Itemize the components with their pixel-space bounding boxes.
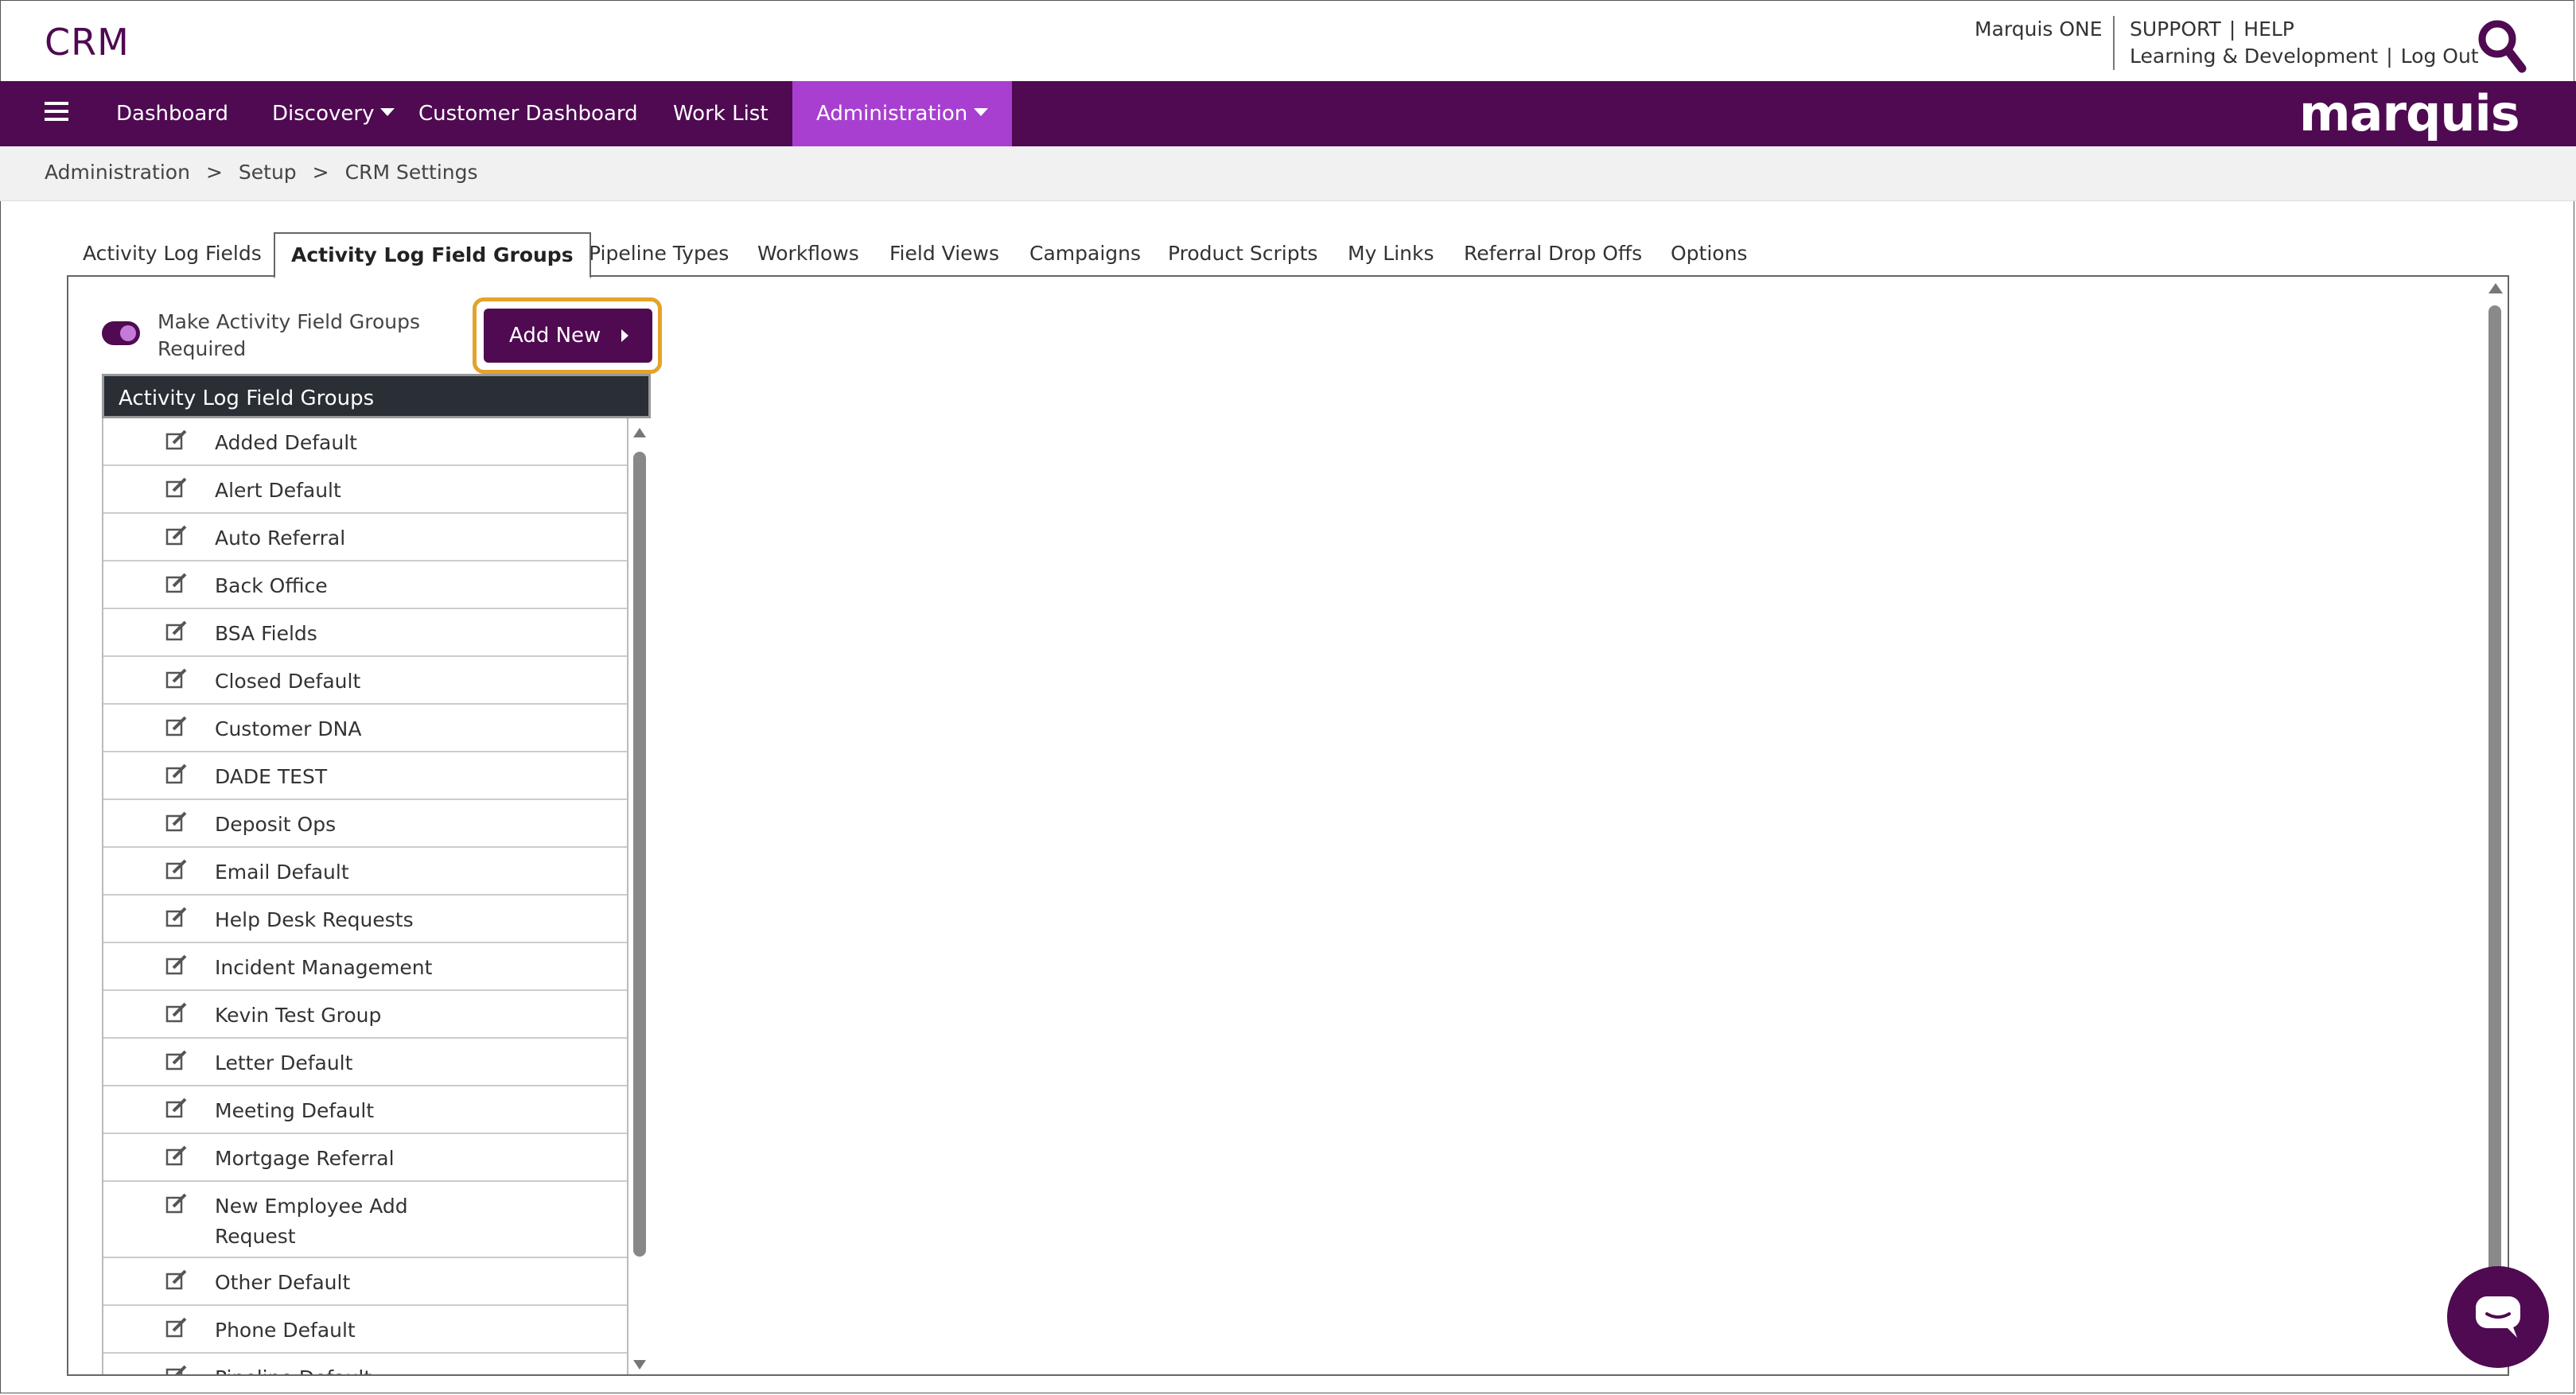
scroll-up-icon[interactable] [2488,283,2503,293]
list-item[interactable]: DADE TEST [103,752,627,800]
tab-campaigns[interactable]: Campaigns [1014,232,1157,275]
edit-icon[interactable] [165,525,188,546]
learning-logout-links: Learning & Development | Log Out [2130,45,2479,68]
tab-referral-drop-offs[interactable]: Referral Drop Offs [1448,232,1658,275]
marquis-one-link[interactable]: Marquis ONE [1975,17,2103,41]
app-title: CRM [45,21,130,64]
nav-dashboard[interactable]: Dashboard [116,81,228,146]
list-scroll-thumb[interactable] [633,452,646,1257]
edit-icon[interactable] [165,1193,188,1214]
nav-discovery[interactable]: Discovery [272,81,395,146]
page-scrollbar[interactable] [2485,278,2506,1373]
tab-product-scripts[interactable]: Product Scripts [1152,232,1333,275]
breadcrumb-administration[interactable]: Administration [45,161,190,184]
list-item[interactable]: Auto Referral [103,514,627,561]
list-item[interactable]: Pipeline Default [103,1354,627,1374]
list-item[interactable]: Mortgage Referral [103,1134,627,1182]
edit-icon[interactable] [165,1269,188,1290]
tab-options[interactable]: Options [1655,232,1763,275]
list-scrollbar[interactable] [630,422,651,1374]
edit-icon[interactable] [165,716,188,736]
header-divider [2113,16,2115,70]
edit-icon[interactable] [165,1050,188,1071]
search-icon[interactable] [2476,17,2527,73]
learning-development-link[interactable]: Learning & Development [2130,45,2378,68]
support-link[interactable]: SUPPORT [2130,17,2221,41]
list-item[interactable]: Kevin Test Group [103,991,627,1039]
breadcrumb-bar: Administration > Setup > CRM Settings [0,146,2576,201]
edit-icon[interactable] [165,1098,188,1118]
list-item[interactable]: Alert Default [103,466,627,514]
chat-icon [2476,1296,2520,1338]
page-scroll-thumb[interactable] [2488,305,2501,1331]
link-separator: | [2386,45,2393,68]
edit-icon[interactable] [165,429,188,450]
list-header: Activity Log Field Groups [102,374,651,418]
breadcrumb-crm-settings: CRM Settings [344,161,478,184]
scroll-up-icon[interactable] [633,428,646,437]
edit-icon[interactable] [165,620,188,641]
list-item[interactable]: Other Default [103,1258,627,1306]
scroll-down-icon[interactable] [633,1360,646,1370]
main-nav: Dashboard Discovery Customer Dashboard W… [0,81,2576,146]
edit-icon[interactable] [165,1145,188,1166]
list-item[interactable]: Closed Default [103,657,627,705]
nav-work-list[interactable]: Work List [673,81,769,146]
tab-activity-log-fields[interactable]: Activity Log Fields [67,232,278,275]
required-toggle[interactable] [102,321,140,345]
list-item[interactable]: Customer DNA [103,705,627,752]
edit-icon[interactable] [165,1365,188,1374]
edit-icon[interactable] [165,477,188,498]
edit-icon[interactable] [165,859,188,880]
breadcrumb-separator: > [205,161,223,184]
link-separator: | [2228,17,2236,41]
list-item[interactable]: Meeting Default [103,1086,627,1134]
list-item[interactable]: Incident Management [103,943,627,991]
list-item[interactable]: Phone Default [103,1306,627,1354]
breadcrumb-separator: > [312,161,329,184]
tab-activity-log-field-groups[interactable]: Activity Log Field Groups [274,232,591,278]
field-groups-list: Added Default Alert Default Auto Referra… [102,418,628,1374]
chat-button[interactable] [2447,1266,2549,1368]
tab-my-links[interactable]: My Links [1332,232,1450,275]
list-item[interactable]: Email Default [103,848,627,896]
marquis-logo: marquis [2299,84,2520,142]
list-item[interactable]: Back Office [103,561,627,609]
edit-icon[interactable] [165,1317,188,1338]
list-item[interactable]: New Employee Add Request [103,1182,627,1258]
breadcrumb: Administration > Setup > CRM Settings [45,161,478,184]
support-help-links: SUPPORT | HELP [2130,17,2294,41]
list-item[interactable]: Added Default [103,418,627,466]
list-item[interactable]: Letter Default [103,1039,627,1086]
hamburger-menu-icon[interactable] [45,102,68,126]
required-toggle-label: Make Activity Field Groups Required [158,310,421,360]
chevron-right-icon [621,329,628,342]
tab-workflows[interactable]: Workflows [741,232,875,275]
list-item[interactable]: Help Desk Requests [103,896,627,943]
chevron-down-icon [974,107,989,116]
edit-icon[interactable] [165,764,188,784]
list-item[interactable]: Deposit Ops [103,800,627,848]
edit-icon[interactable] [165,811,188,832]
edit-icon[interactable] [165,907,188,927]
edit-icon[interactable] [165,954,188,975]
nav-customer-dashboard[interactable]: Customer Dashboard [418,81,638,146]
tab-pipeline-types[interactable]: Pipeline Types [573,232,745,275]
add-new-button[interactable]: Add New [484,309,652,363]
edit-icon[interactable] [165,573,188,593]
breadcrumb-setup[interactable]: Setup [239,161,297,184]
edit-icon[interactable] [165,668,188,689]
edit-icon[interactable] [165,1002,188,1023]
list-item[interactable]: BSA Fields [103,609,627,657]
nav-administration[interactable]: Administration [792,81,1013,146]
tab-field-views[interactable]: Field Views [874,232,1015,275]
logout-link[interactable]: Log Out [2401,45,2479,68]
chevron-down-icon [380,107,395,116]
help-link[interactable]: HELP [2243,17,2294,41]
